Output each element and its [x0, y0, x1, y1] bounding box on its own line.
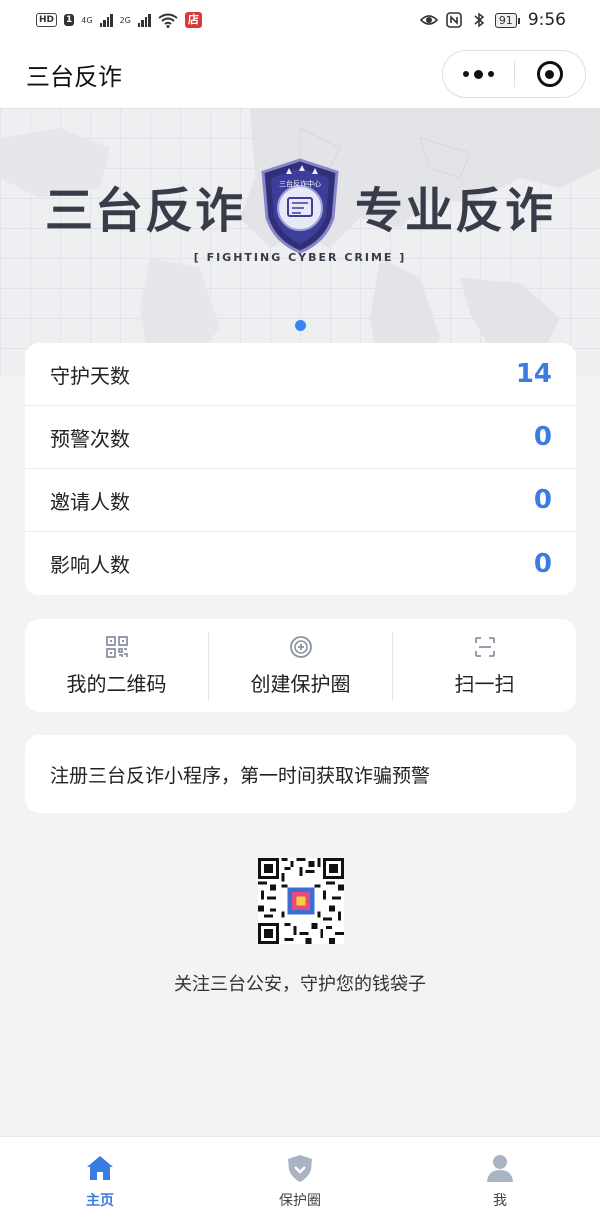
- official-account-qrcode[interactable]: [258, 858, 344, 944]
- stat-label: 守护天数: [50, 363, 130, 388]
- banner-subtitle: [ FIGHTING CYBER CRIME ]: [193, 251, 407, 264]
- page-title: 三台反诈: [26, 62, 122, 91]
- stat-value: 14: [515, 359, 552, 389]
- status-left: HD 1 4G 2G 店: [36, 12, 202, 28]
- register-notice-card[interactable]: 注册三台反诈小程序，第一时间获取诈骗预警: [25, 735, 576, 813]
- more-dots-icon: [462, 69, 494, 79]
- network-type-1: 4G: [81, 15, 93, 25]
- sim-indicator: 1: [64, 14, 75, 26]
- stat-value: 0: [533, 485, 552, 515]
- signal-icon: [99, 13, 113, 27]
- stat-value: 0: [533, 422, 552, 452]
- scan-button[interactable]: 扫一扫: [393, 619, 576, 712]
- tab-label: 我: [493, 1192, 507, 1209]
- bottom-tab-bar: 主页 保护圈 我: [0, 1136, 600, 1224]
- action-label: 我的二维码: [66, 671, 167, 696]
- tab-label: 保护圈: [279, 1192, 321, 1209]
- clock: 9:56: [527, 10, 566, 30]
- hd-indicator: HD: [36, 13, 58, 27]
- stats-card: 守护天数 14 预警次数 0 邀请人数 0 影响人数 0: [25, 343, 576, 595]
- qrcode-icon: [105, 635, 128, 658]
- scan-icon: [474, 636, 495, 657]
- stat-label: 影响人数: [50, 553, 130, 577]
- wifi-icon: [158, 13, 178, 28]
- police-badge-icon: 三台反诈中心: [261, 158, 339, 254]
- banner-right-text: 专业反诈: [355, 183, 556, 239]
- stat-value: 0: [533, 548, 552, 579]
- bluetooth-icon: [474, 12, 485, 28]
- banner-left-text: 三台反诈: [44, 183, 245, 239]
- stat-row-warnings: 预警次数 0: [25, 406, 576, 469]
- more-button[interactable]: [443, 51, 514, 97]
- qrcode-caption: 关注三台公安，守护您的钱袋子: [174, 974, 426, 995]
- store-notification-icon: 店: [184, 12, 202, 28]
- shield-icon: [288, 1154, 312, 1182]
- notice-text: 注册三台反诈小程序，第一时间获取诈骗预警: [50, 764, 431, 787]
- carousel-indicator[interactable]: [295, 320, 306, 331]
- my-qrcode-button[interactable]: 我的二维码: [25, 619, 208, 712]
- person-icon: [487, 1154, 513, 1182]
- tab-label: 主页: [86, 1192, 114, 1209]
- action-label: 创建保护圈: [250, 671, 351, 696]
- battery-icon: 91: [494, 12, 520, 28]
- stat-row-guard-days: 守护天数 14: [25, 343, 576, 406]
- tab-me[interactable]: 我: [400, 1137, 600, 1224]
- close-button[interactable]: [515, 51, 586, 97]
- banner-carousel[interactable]: 三台反诈 三台反诈中心 专业反诈 [ FIGHTING CYBER CRIME …: [0, 108, 600, 376]
- eye-icon: [419, 15, 438, 25]
- stat-row-influence: 影响人数 0: [25, 532, 576, 595]
- tab-protection-circle[interactable]: 保护圈: [200, 1137, 400, 1224]
- signal-icon-2: [137, 13, 151, 27]
- mini-program-capsule: [442, 50, 586, 98]
- action-label: 扫一扫: [454, 671, 515, 696]
- add-circle-icon: [289, 635, 312, 658]
- target-close-icon: [536, 61, 563, 87]
- stat-label: 预警次数: [50, 426, 130, 451]
- stat-row-invites: 邀请人数 0: [25, 469, 576, 532]
- stat-label: 邀请人数: [50, 489, 130, 514]
- tab-home[interactable]: 主页: [0, 1137, 200, 1224]
- nfc-icon: [446, 12, 462, 28]
- network-type-2: 2G: [119, 15, 131, 25]
- create-circle-button[interactable]: 创建保护圈: [209, 619, 392, 712]
- badge-text: 三台反诈中心: [279, 179, 321, 188]
- status-right: 91 9:56: [419, 10, 566, 30]
- quick-actions-card: 我的二维码 创建保护圈 扫一扫: [25, 619, 576, 712]
- banner-headline: 三台反诈 三台反诈中心 专业反诈: [0, 156, 600, 256]
- status-bar: HD 1 4G 2G 店 91 9:56: [0, 0, 600, 40]
- home-icon: [87, 1155, 113, 1180]
- app-header: 三台反诈: [0, 40, 600, 108]
